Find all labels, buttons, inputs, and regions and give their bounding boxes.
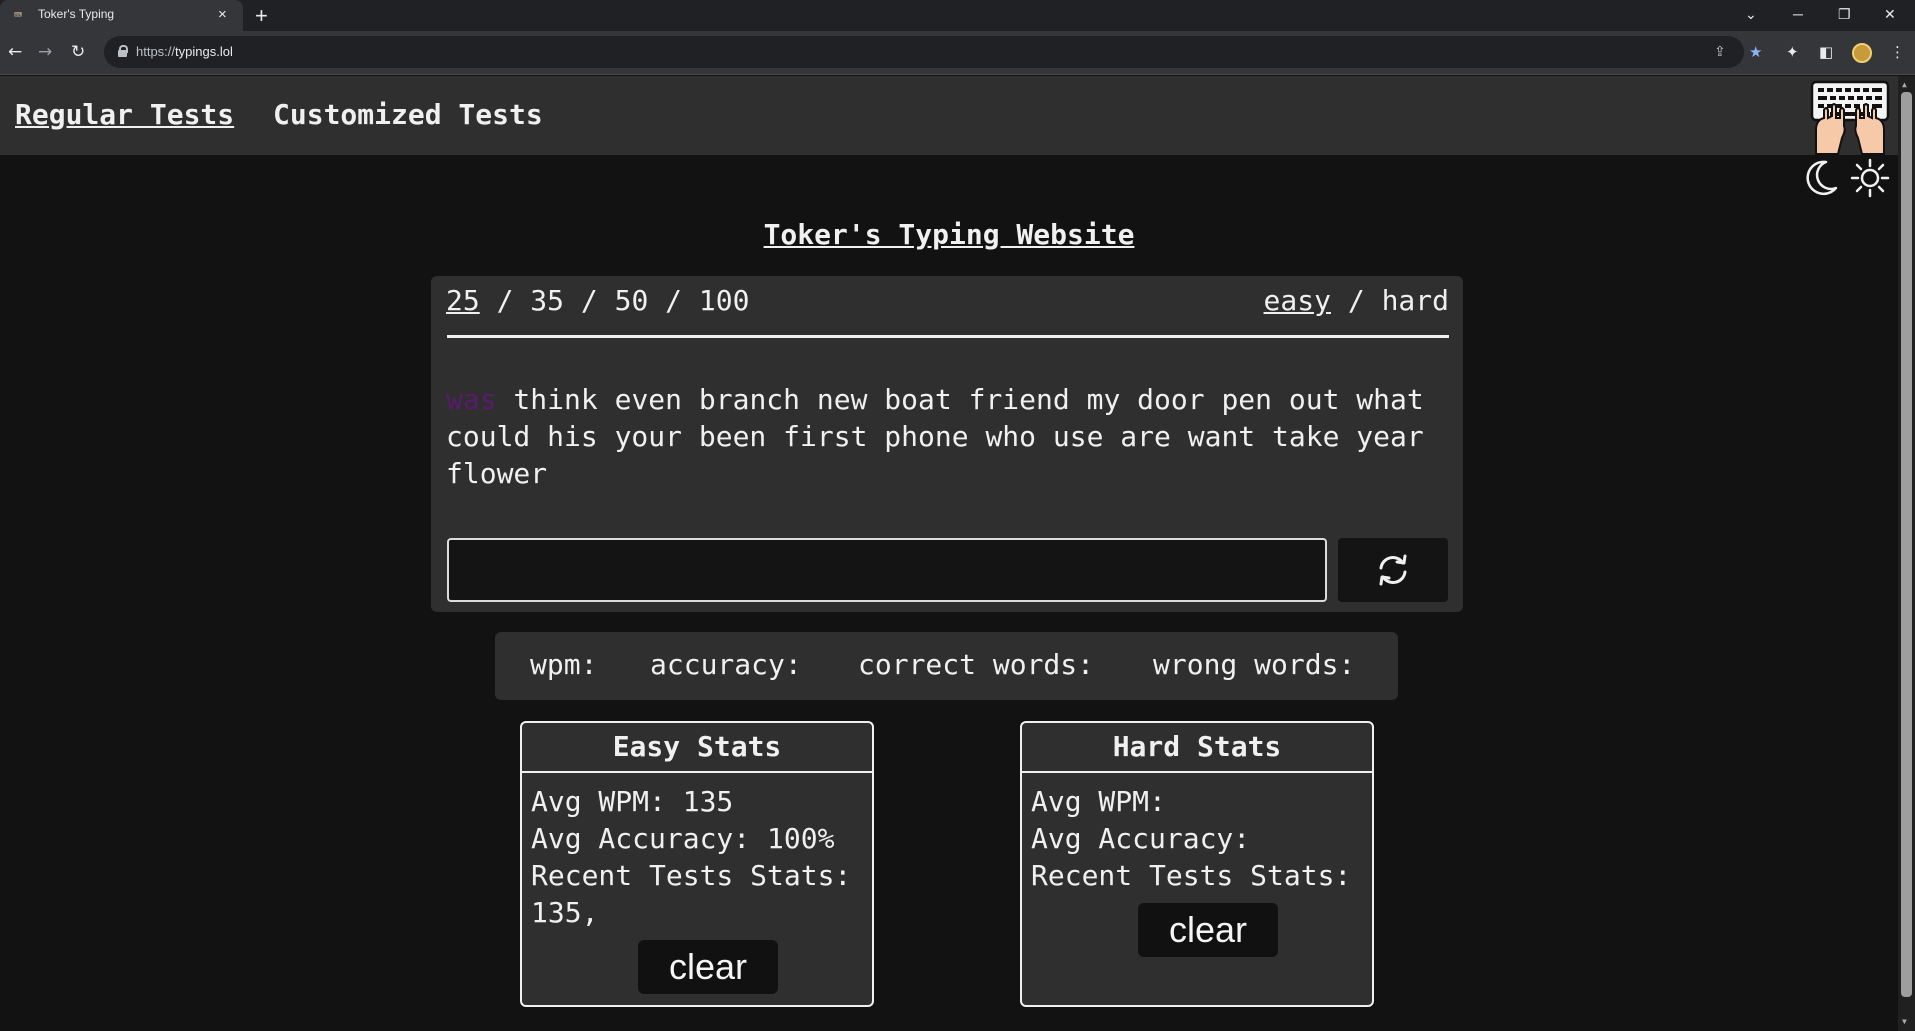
keyboard-hands-logo-icon[interactable] (1810, 80, 1890, 155)
word-count-25[interactable]: 25 (446, 284, 480, 317)
accuracy-label: accuracy: (650, 648, 802, 681)
easy-recent-values: 135, (531, 896, 599, 929)
easy-avg-accuracy: Avg Accuracy: 100% (531, 822, 835, 855)
difficulty-easy[interactable]: easy (1264, 284, 1331, 317)
lock-icon[interactable] (118, 45, 128, 57)
easy-recent-label: Recent Tests Stats: (531, 859, 852, 892)
tab-search-icon[interactable]: ⌄ (1745, 4, 1757, 24)
browser-tab[interactable]: ⌨ Toker's Typing × (0, 0, 243, 31)
current-word: was (446, 383, 497, 416)
word-count-50[interactable]: 50 (615, 284, 649, 317)
restore-icon[interactable]: ❐ (1838, 4, 1851, 24)
share-icon[interactable]: ⇪ (1714, 42, 1726, 62)
minimize-icon[interactable]: ─ (1793, 4, 1803, 24)
new-tab-button[interactable]: + (255, 3, 268, 29)
difficulty-selector: easy / hard (1264, 284, 1449, 317)
easy-avg-wpm: Avg WPM: 135 (531, 785, 734, 818)
hard-stats-card: Hard Stats Avg WPM: Avg Accuracy: Recent… (1020, 721, 1374, 1007)
back-icon[interactable]: ← (8, 41, 22, 63)
favicon-icon: ⌨ (14, 8, 22, 23)
easy-stats-title: Easy Stats (522, 723, 872, 773)
easy-clear-button[interactable]: clear (638, 940, 778, 994)
page: Regular Tests Customized Tests Toker's T… (0, 76, 1898, 1031)
hard-stats-body: Avg WPM: Avg Accuracy: Recent Tests Stat… (1031, 783, 1351, 894)
separator: / (648, 284, 699, 317)
easy-stats-card: Easy Stats Avg WPM: 135 Avg Accuracy: 10… (520, 721, 874, 1007)
url-text: https://typings.lol (136, 44, 233, 59)
separator: / (1330, 284, 1382, 317)
separator: / (479, 284, 531, 317)
menu-icon[interactable]: ⋮ (1890, 42, 1905, 62)
difficulty-hard[interactable]: hard (1382, 284, 1449, 317)
hard-clear-button[interactable]: clear (1138, 903, 1278, 957)
word-prompt: was think even branch new boat friend my… (446, 381, 1446, 492)
typing-input[interactable] (447, 538, 1327, 602)
results-bar: wpm: accuracy: correct words: wrong word… (495, 632, 1398, 700)
refresh-icon (1379, 554, 1407, 586)
forward-icon[interactable]: → (38, 41, 52, 63)
wrong-words-label: wrong words: (1153, 648, 1356, 681)
scroll-up-icon[interactable]: ▲ (1902, 80, 1907, 90)
site-nav: Regular Tests Customized Tests (0, 76, 1898, 155)
typing-test-panel: 25 / 35 / 50 / 100 easy / hard was think… (431, 276, 1463, 612)
word-count-selector: 25 / 35 / 50 / 100 (446, 284, 749, 317)
moon-icon[interactable] (1800, 158, 1840, 198)
wpm-label: wpm: (530, 648, 598, 681)
customized-tests-link[interactable]: Customized Tests (273, 98, 543, 131)
scroll-thumb[interactable] (1901, 92, 1912, 997)
tab-title: Toker's Typing (38, 7, 115, 21)
word-count-100[interactable]: 100 (699, 284, 750, 317)
avatar[interactable] (1852, 43, 1872, 63)
word-count-35[interactable]: 35 (530, 284, 564, 317)
regular-tests-link[interactable]: Regular Tests (15, 98, 234, 131)
hard-stats-title: Hard Stats (1022, 723, 1372, 773)
easy-stats-body: Avg WPM: 135 Avg Accuracy: 100% Recent T… (531, 783, 851, 931)
hard-avg-wpm: Avg WPM: (1031, 785, 1166, 818)
tab-close-icon[interactable]: × (218, 6, 227, 24)
hard-recent-label: Recent Tests Stats: (1031, 859, 1352, 892)
correct-words-label: correct words: (858, 648, 1095, 681)
star-icon[interactable]: ★ (1749, 42, 1762, 62)
scrollbar[interactable]: ▲ ▼ (1898, 76, 1915, 1031)
close-window-icon[interactable]: ✕ (1884, 4, 1896, 24)
separator: / (564, 284, 615, 317)
remaining-words: think even branch new boat friend my doo… (446, 383, 1424, 490)
sun-icon[interactable] (1850, 158, 1890, 198)
puzzle-icon[interactable]: ✦ (1786, 42, 1799, 62)
reload-icon[interactable]: ↻ (71, 41, 85, 63)
scroll-down-icon[interactable]: ▼ (1902, 1017, 1907, 1027)
side-panel-icon[interactable]: ◧ (1819, 42, 1833, 62)
divider (447, 335, 1449, 338)
hard-avg-accuracy: Avg Accuracy: (1031, 822, 1251, 855)
browser-toolbar: ← → ↻ https://typings.lol ⇪ ★ ✦ ◧ ⋮ (0, 31, 1915, 75)
page-title: Toker's Typing Website (763, 218, 1135, 251)
browser-tab-strip: ⌨ Toker's Typing × + ⌄ ─ ❐ ✕ (0, 0, 1915, 31)
refresh-button[interactable] (1338, 538, 1448, 602)
address-bar[interactable]: https://typings.lol ⇪ ★ (104, 36, 1762, 68)
